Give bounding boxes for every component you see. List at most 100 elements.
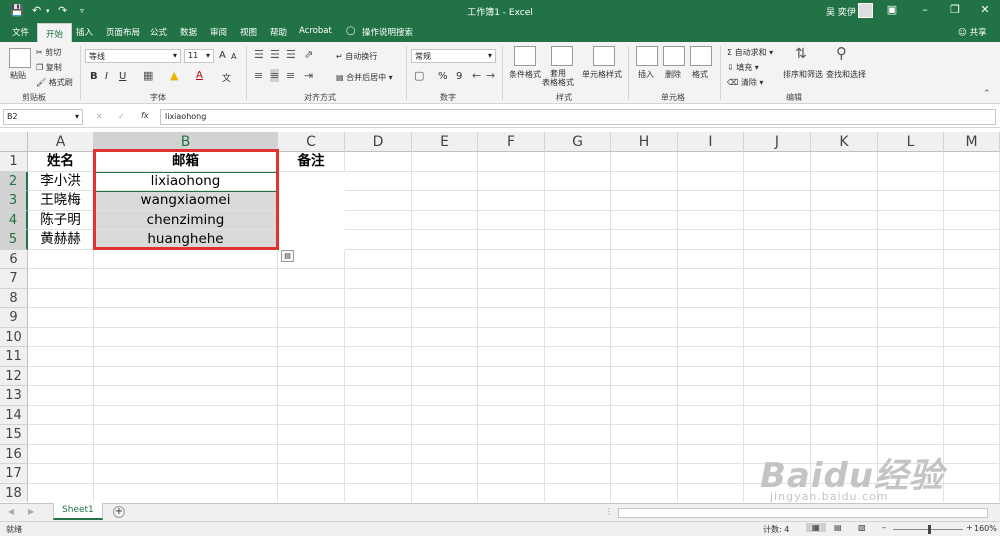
currency-icon[interactable]: ▢ <box>414 69 424 82</box>
grid-cell[interactable] <box>811 308 878 328</box>
grid-cell[interactable] <box>412 171 478 191</box>
cell-b5[interactable]: huanghehe <box>94 230 278 250</box>
grid-cell[interactable] <box>345 483 412 502</box>
grid-cell[interactable] <box>611 152 678 172</box>
grid-cell[interactable] <box>278 386 345 406</box>
grid-cell[interactable] <box>545 405 611 425</box>
scroll-left-icon[interactable]: ◀ <box>8 507 14 516</box>
font-size-select[interactable]: 11 ▾ <box>184 49 214 63</box>
grid-cell[interactable] <box>345 308 412 328</box>
grid-cell[interactable] <box>94 327 278 347</box>
row-header-17[interactable]: 17 <box>0 464 28 484</box>
grid-cell[interactable] <box>744 405 811 425</box>
grid-cell[interactable] <box>678 210 744 230</box>
wrap-text-button[interactable]: ↵ 自动换行 <box>336 51 377 62</box>
grid-cell[interactable] <box>545 191 611 211</box>
grid-cell[interactable] <box>94 425 278 445</box>
grid-cell[interactable] <box>412 308 478 328</box>
grid-cell[interactable] <box>28 386 94 406</box>
grid-cell[interactable] <box>412 347 478 367</box>
indent-icon[interactable]: ⇥ <box>304 69 313 82</box>
align-bottom-icon[interactable]: ☰ <box>286 48 296 61</box>
cell-b1[interactable]: 邮箱 <box>94 152 278 172</box>
grid-cell[interactable] <box>878 366 944 386</box>
grid-cell[interactable] <box>811 191 878 211</box>
align-top-icon[interactable]: ☰ <box>254 48 264 61</box>
paste-options-icon[interactable]: ▤ <box>281 250 294 262</box>
grid-cell[interactable] <box>944 210 1000 230</box>
format-painter-button[interactable]: 🖌 格式刷 <box>36 77 73 88</box>
cell-a1[interactable]: 姓名 <box>28 152 94 172</box>
grid-cell[interactable] <box>744 347 811 367</box>
column-header-f[interactable]: F <box>478 132 545 152</box>
grid-cell[interactable] <box>545 249 611 269</box>
grid-cell[interactable] <box>878 327 944 347</box>
grid-cell[interactable] <box>678 366 744 386</box>
grid-cell[interactable] <box>345 249 412 269</box>
grid-cell[interactable] <box>545 425 611 445</box>
increase-decimal-icon[interactable]: ← <box>472 69 481 82</box>
grid-cell[interactable] <box>94 288 278 308</box>
grid-cell[interactable] <box>678 444 744 464</box>
grid-cell[interactable] <box>94 444 278 464</box>
column-header-a[interactable]: A <box>28 132 94 152</box>
row-header-3[interactable]: 3 <box>0 191 28 211</box>
grid-cell[interactable] <box>678 230 744 250</box>
grid-cell[interactable] <box>744 327 811 347</box>
grid-cell[interactable] <box>278 308 345 328</box>
find-select-button[interactable]: 查找和选择 <box>826 69 866 80</box>
insert-cells-icon[interactable] <box>636 46 658 66</box>
grid-cell[interactable] <box>944 425 1000 445</box>
insert-function-button[interactable]: fx <box>141 111 149 120</box>
formula-input[interactable]: lixiaohong <box>160 109 996 125</box>
grid-cell[interactable] <box>28 405 94 425</box>
grid-cell[interactable] <box>678 288 744 308</box>
tab-formulas[interactable]: 公式 <box>150 26 167 38</box>
grid-cell[interactable] <box>878 191 944 211</box>
grid-cell[interactable] <box>744 191 811 211</box>
row-header-15[interactable]: 15 <box>0 425 28 445</box>
grid-cell[interactable] <box>611 288 678 308</box>
grid-cell[interactable] <box>412 249 478 269</box>
grid-cell[interactable] <box>478 444 545 464</box>
grid-cell[interactable] <box>678 425 744 445</box>
grid-cell[interactable] <box>478 249 545 269</box>
grid-cell[interactable] <box>28 366 94 386</box>
row-header-16[interactable]: 16 <box>0 444 28 464</box>
cell-a4[interactable]: 陈子明 <box>28 210 94 230</box>
table-format-button[interactable]: 套用 表格格式 <box>542 69 574 87</box>
grid-cell[interactable] <box>878 249 944 269</box>
row-header-4[interactable]: 4 <box>0 210 28 230</box>
zoom-level[interactable]: 160% <box>974 524 997 533</box>
grid-cell[interactable] <box>678 386 744 406</box>
grid-cell[interactable] <box>878 425 944 445</box>
grid-cell[interactable] <box>28 444 94 464</box>
grid-cell[interactable] <box>678 191 744 211</box>
merge-center-button[interactable]: ▤ 合并后居中 ▾ <box>336 72 393 83</box>
grid-cell[interactable] <box>611 405 678 425</box>
grid-cell[interactable] <box>28 347 94 367</box>
grid-cell[interactable] <box>611 347 678 367</box>
grid-cell[interactable] <box>278 425 345 445</box>
cell-styles-button[interactable]: 单元格样式 <box>582 69 622 80</box>
grid-cell[interactable] <box>545 386 611 406</box>
grid-cell[interactable] <box>478 269 545 289</box>
ribbon-display-icon[interactable]: ▣ <box>882 3 902 16</box>
grid-cell[interactable] <box>545 327 611 347</box>
horizontal-scrollbar[interactable] <box>618 508 988 518</box>
grid-cell[interactable] <box>478 464 545 484</box>
grid-cell[interactable] <box>345 464 412 484</box>
orientation-icon[interactable]: ⇗ <box>304 48 313 61</box>
collapse-ribbon-icon[interactable]: ⌃ <box>983 89 991 99</box>
grid-cell[interactable] <box>478 171 545 191</box>
grid-cell[interactable] <box>278 405 345 425</box>
column-header-k[interactable]: K <box>811 132 878 152</box>
grid-cell[interactable] <box>878 405 944 425</box>
grid-cell[interactable] <box>28 249 94 269</box>
grid-cell[interactable] <box>878 347 944 367</box>
grid-cell[interactable] <box>278 444 345 464</box>
grid-cell[interactable] <box>944 171 1000 191</box>
shrink-font-button[interactable]: A <box>231 52 236 61</box>
grid-cell[interactable] <box>412 191 478 211</box>
grid-cell[interactable] <box>545 230 611 250</box>
